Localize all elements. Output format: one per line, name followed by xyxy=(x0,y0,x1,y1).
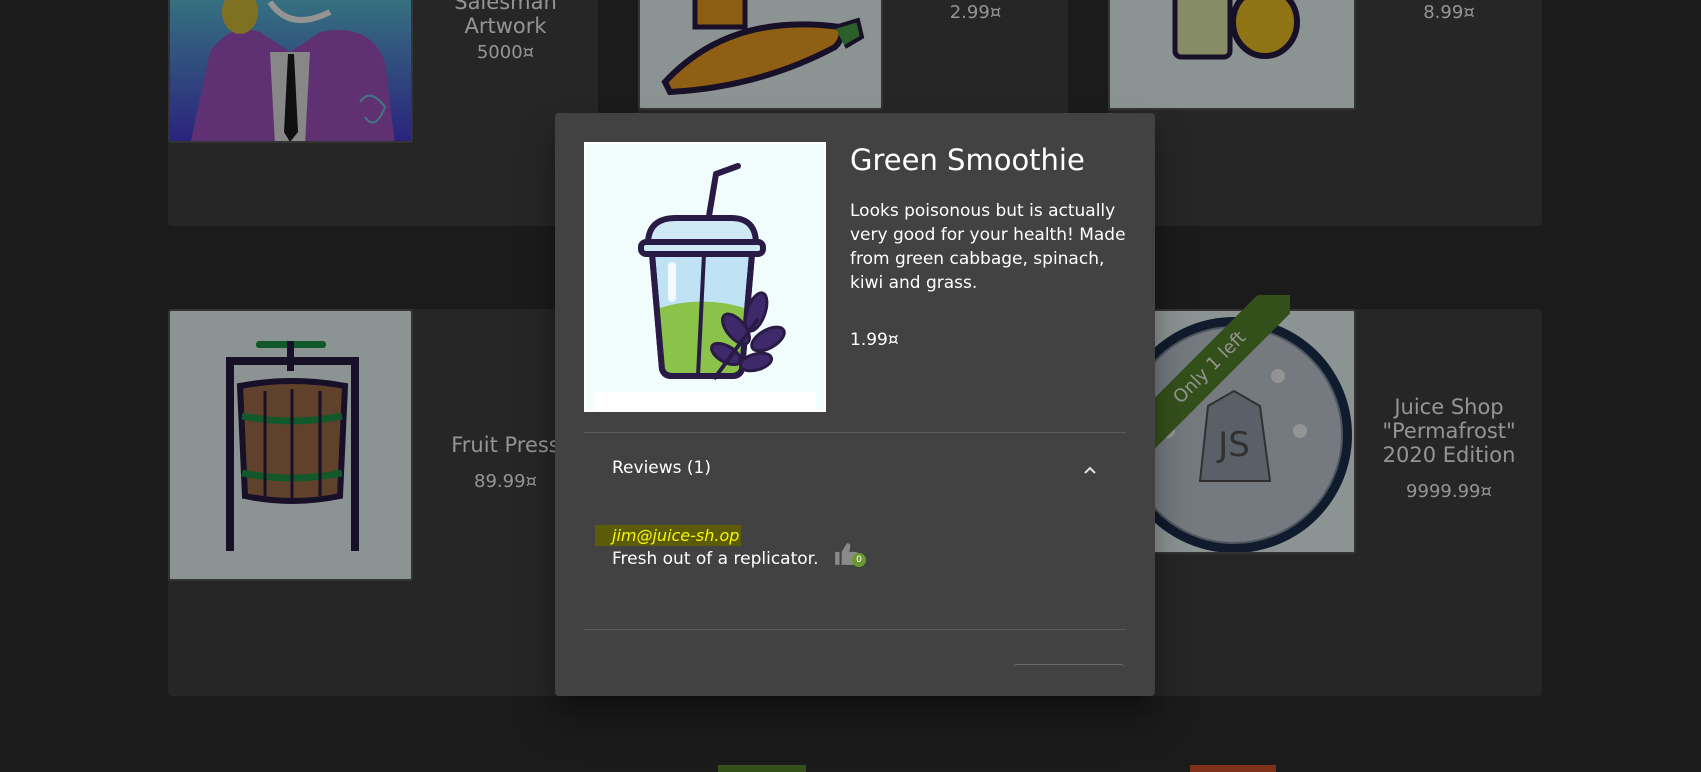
image-caption-strip xyxy=(594,392,816,410)
close-button[interactable] xyxy=(1013,664,1125,696)
like-count-badge: 0 xyxy=(852,553,866,567)
product-description: Looks poisonous but is actually very goo… xyxy=(850,201,1126,293)
review-text: Fresh out of a replicator. xyxy=(612,549,819,569)
chevron-up-icon xyxy=(1084,466,1096,474)
product-title: Green Smoothie xyxy=(850,143,1085,177)
product-details-dialog: Green Smoothie Looks poisonous but is ac… xyxy=(555,113,1155,696)
divider xyxy=(584,432,1126,433)
product-image-green-smoothie xyxy=(584,142,826,412)
review-author: jim@juice-sh.op xyxy=(595,525,742,546)
reviews-title: Reviews (1) xyxy=(612,458,711,478)
like-review-button[interactable]: 0 xyxy=(833,541,871,569)
divider xyxy=(584,629,1126,630)
reviews-expansion-header[interactable]: Reviews (1) xyxy=(584,446,1126,496)
product-price: 1.99¤ xyxy=(850,330,899,350)
